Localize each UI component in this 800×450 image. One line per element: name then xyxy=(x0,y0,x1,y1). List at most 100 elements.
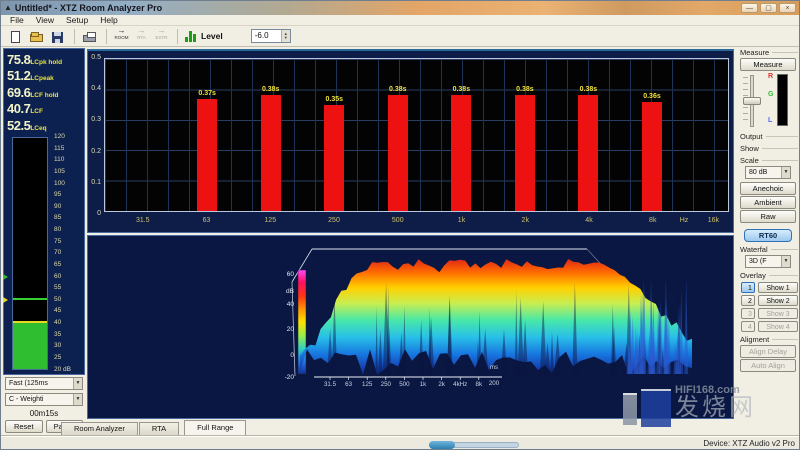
level-readout-value: 40.7 xyxy=(7,101,30,116)
chevron-down-icon[interactable]: ▼ xyxy=(781,256,790,267)
waterfall-mode-value: 3D (F xyxy=(749,258,767,265)
meter-scale: 1201151101051009590858075706560555045403… xyxy=(54,134,82,373)
level-readout: 40.7LCF xyxy=(4,100,84,116)
rt60-bar-value: 0.38s xyxy=(447,86,475,93)
scale-value: 80 dB xyxy=(749,169,767,176)
show-group-label: Show xyxy=(740,144,798,153)
reset-button[interactable]: Reset xyxy=(5,420,43,433)
export-extra-button[interactable]: → EXTR xyxy=(152,27,171,45)
svg-text:dB: dB xyxy=(286,288,294,295)
rt60-y-axis: 0.50.40.30.20.10 xyxy=(88,58,103,214)
rt60-button[interactable]: RT60 xyxy=(744,229,792,242)
rt60-bar-value: 0.38s xyxy=(257,86,285,93)
printer-icon xyxy=(83,35,96,42)
level-readout-label: LCpeak xyxy=(30,75,53,82)
menu-help[interactable]: Help xyxy=(95,15,122,25)
svg-text:60: 60 xyxy=(287,271,295,278)
rt60-x-tick: Hz xyxy=(680,217,689,224)
meter-yellow-line xyxy=(13,321,47,323)
maximize-button[interactable]: ▢ xyxy=(760,3,777,13)
tab-full-range[interactable]: Full Range xyxy=(184,420,246,435)
overlay-num-button[interactable]: 3 xyxy=(741,308,755,319)
status-slider-knob[interactable] xyxy=(429,441,455,449)
titlebar: ▲ Untitled* - XTZ Room Analyzer Pro — ▢ … xyxy=(1,1,800,15)
rt60-y-tick: 0.2 xyxy=(91,148,101,155)
chevron-down-icon[interactable]: ▼ xyxy=(73,378,82,389)
tab-room-analyzer[interactable]: Room Analyzer xyxy=(61,422,138,435)
export-room-button[interactable]: → ROOM xyxy=(112,27,131,45)
level-readout-value: 69.6 xyxy=(7,85,30,100)
auto-align-button[interactable]: Auto Align xyxy=(740,359,796,372)
level-value[interactable]: -6.0 xyxy=(252,30,281,42)
new-file-button[interactable] xyxy=(6,28,25,45)
meter-scale-label: 115 xyxy=(54,146,82,153)
toolbar-separator xyxy=(74,29,75,44)
svg-text:250: 250 xyxy=(381,381,392,388)
rt60-bar xyxy=(324,105,344,211)
level-spinbox[interactable]: -6.0 ▲▼ xyxy=(251,29,291,43)
level-readout: 51.2LCpeak xyxy=(4,67,84,83)
time-weighting-value: Fast (125ms xyxy=(9,380,48,387)
print-button[interactable] xyxy=(80,28,99,45)
save-button[interactable] xyxy=(48,28,67,45)
toolbar: → ROOM → RTA → EXTR Level -6.0 ▲▼ xyxy=(1,26,800,47)
overlay-show-button[interactable]: Show 1 xyxy=(758,282,798,293)
overlay-row: 3Show 3 xyxy=(741,308,799,319)
overlay-group-label: Overlay xyxy=(740,271,798,280)
overlay-num-button[interactable]: 2 xyxy=(741,295,755,306)
rt60-plot-area: 0.37s0.38s0.35s0.38s0.38s0.38s0.38s0.36s xyxy=(104,58,729,212)
spl-meter: 1201151101051009590858075706560555045403… xyxy=(8,137,82,370)
spinner-arrows-icon[interactable]: ▲▼ xyxy=(281,30,290,42)
measure-button[interactable]: Measure xyxy=(740,58,796,71)
rt60-x-tick: 16k xyxy=(708,217,719,224)
close-button[interactable]: × xyxy=(779,3,796,13)
overlay-num-button[interactable]: 1 xyxy=(741,282,755,293)
meter-scale-label: 50 xyxy=(54,297,82,304)
menu-view[interactable]: View xyxy=(31,15,59,25)
overlay-show-button[interactable]: Show 4 xyxy=(758,321,798,332)
meter-scale-label: 120 xyxy=(54,134,82,141)
ambient-button[interactable]: Ambient xyxy=(740,196,796,209)
minimize-button[interactable]: — xyxy=(741,3,758,13)
open-file-button[interactable] xyxy=(27,28,46,45)
rt60-x-tick: 1k xyxy=(458,217,465,224)
chevron-down-icon[interactable]: ▼ xyxy=(73,394,82,405)
status-bar: Device: XTZ Audio v2 Pro xyxy=(1,435,800,450)
measure-group-label: Measure xyxy=(740,48,798,57)
export-rta-button[interactable]: → RTA xyxy=(132,27,151,45)
menu-setup[interactable]: Setup xyxy=(61,15,93,25)
menu-file[interactable]: File xyxy=(5,15,29,25)
svg-text:ms: ms xyxy=(490,365,498,371)
rt60-bar xyxy=(197,99,217,211)
overlay-num-button[interactable]: 4 xyxy=(741,321,755,332)
align-delay-button[interactable]: Align Delay xyxy=(740,345,796,358)
meter-green-fill xyxy=(13,323,47,369)
time-weighting-dropdown[interactable]: Fast (125ms ▼ xyxy=(5,377,83,390)
status-slider[interactable] xyxy=(429,442,519,448)
raw-button[interactable]: Raw xyxy=(740,210,796,223)
rt60-bar xyxy=(578,95,598,211)
spl-meter-bar xyxy=(12,137,48,370)
chevron-down-icon[interactable]: ▼ xyxy=(781,167,790,178)
meter-scale-label: 20 dB xyxy=(54,367,82,374)
gain-slider-handle[interactable] xyxy=(743,97,761,105)
svg-text:2k: 2k xyxy=(438,381,445,388)
overlay-row: 4Show 4 xyxy=(741,321,799,332)
anechoic-button[interactable]: Anechoic xyxy=(740,182,796,195)
scale-dropdown[interactable]: 80 dB ▼ xyxy=(745,166,791,179)
waterfall-mode-dropdown[interactable]: 3D (F ▼ xyxy=(745,255,791,268)
output-group-label: Output xyxy=(740,132,798,141)
meter-scale-label: 110 xyxy=(54,157,82,164)
tab-rta[interactable]: RTA xyxy=(139,422,179,435)
level-readout-value: 52.5 xyxy=(7,118,30,133)
rt60-y-tick: 0.1 xyxy=(91,179,101,186)
rt60-bar-value: 0.35s xyxy=(320,96,348,103)
rt60-y-tick: 0.5 xyxy=(91,54,101,61)
freq-weighting-dropdown[interactable]: C - Weighti ▼ xyxy=(5,393,83,406)
level-readout-label: LCF hold xyxy=(30,92,58,99)
app-icon: ▲ xyxy=(4,4,12,12)
level-readout-value: 51.2 xyxy=(7,68,30,83)
overlay-show-button[interactable]: Show 2 xyxy=(758,295,798,306)
window-title: Untitled* - XTZ Room Analyzer Pro xyxy=(15,3,741,13)
overlay-show-button[interactable]: Show 3 xyxy=(758,308,798,319)
